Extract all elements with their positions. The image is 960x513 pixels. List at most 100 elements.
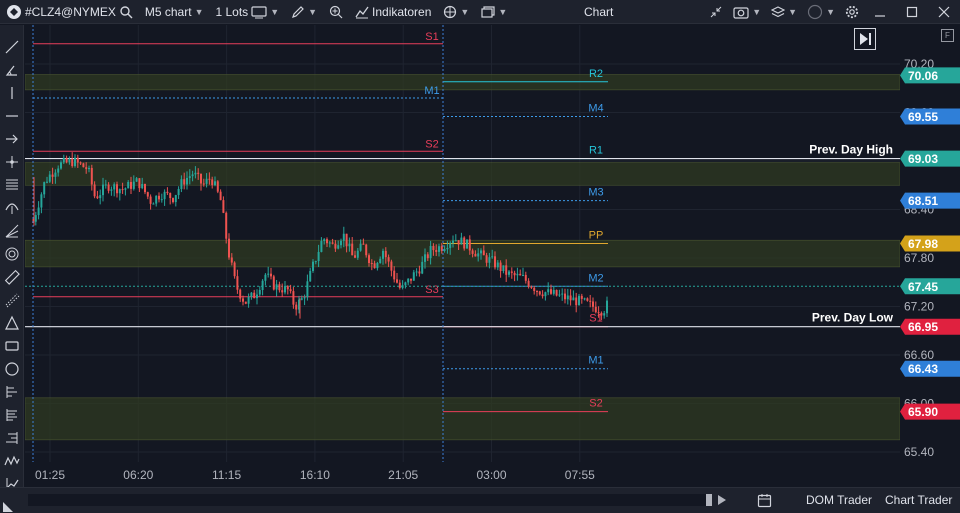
triangle-icon[interactable]: [4, 315, 20, 331]
chart-plot: S1M1S2S3R2M4R1M3PPM2S1M1S2Prev. Day High…: [24, 25, 901, 462]
candle-body: [547, 289, 550, 293]
candle-body: [71, 158, 74, 166]
candle-body: [516, 273, 519, 276]
scroll-left-icon[interactable]: [3, 502, 13, 512]
candle-body: [172, 198, 174, 203]
candle-body: [460, 237, 463, 245]
candle-body: [354, 255, 356, 258]
candle-body: [183, 179, 186, 185]
color-button[interactable]: ▼: [802, 0, 840, 24]
candle-body: [597, 312, 600, 314]
candle-body: [272, 276, 275, 290]
candle-body: [102, 184, 104, 196]
candle-body: [163, 191, 166, 200]
candle-body: [43, 182, 46, 195]
candle-body: [300, 298, 303, 300]
wave-icon[interactable]: [4, 453, 20, 469]
horizontal-scrollbar[interactable]: [28, 494, 708, 506]
indicators-button[interactable]: Indikatoren: [349, 0, 437, 24]
candle-body: [286, 286, 289, 290]
price-tick-label: 67.80: [904, 251, 934, 265]
crosshair-button[interactable]: ▼: [437, 0, 475, 24]
trendline-icon[interactable]: [4, 39, 20, 55]
rectangle-icon[interactable]: [4, 338, 20, 354]
arrow-to-end-icon: [860, 33, 871, 45]
fib-extension-icon[interactable]: [4, 430, 20, 446]
candle-body: [253, 292, 256, 299]
scroll-right-icon[interactable]: [718, 495, 726, 505]
collapse-panel-button[interactable]: [854, 28, 876, 50]
angle-icon[interactable]: [4, 62, 20, 78]
time-tick-label: 01:25: [35, 468, 65, 482]
pivot-level-label: R1: [589, 145, 603, 157]
chevron-down-icon: ▼: [460, 6, 470, 17]
target-icon[interactable]: [4, 246, 20, 262]
candle-body: [141, 183, 144, 189]
candle-body: [191, 174, 194, 177]
settings-button[interactable]: [840, 0, 864, 24]
zoom-button[interactable]: [323, 0, 349, 24]
pivot-level-label: M3: [588, 187, 603, 199]
candle-body: [211, 179, 214, 186]
symbol-label: #CLZ4@NYMEX: [25, 4, 116, 19]
candle-body: [494, 256, 496, 268]
collapse-button[interactable]: [704, 0, 728, 24]
candle-body: [104, 184, 107, 186]
candle-body: [110, 189, 113, 191]
timeframe-selector[interactable]: M5 chart ▼: [139, 0, 210, 24]
chevron-down-icon: ▼: [826, 7, 835, 17]
symbol-selector[interactable]: #CLZ4@NYMEX: [0, 0, 139, 24]
hatch-icon[interactable]: [4, 292, 20, 308]
close-button[interactable]: [928, 0, 960, 24]
ruler-icon[interactable]: [4, 269, 20, 285]
drawing-pen-button[interactable]: ▼: [285, 0, 323, 24]
window-layout-button[interactable]: ▼: [475, 0, 513, 24]
price-scale-mode-button[interactable]: F: [941, 29, 954, 42]
bottom-bar: DOM Trader Chart Trader: [0, 487, 960, 513]
candle-body: [68, 158, 71, 163]
time-scale[interactable]: 01:25 06:20 11:15 16:10 21:05 03:00 07:55: [25, 462, 900, 487]
scrollbar-thumb[interactable]: [706, 494, 712, 506]
candle-body: [295, 304, 298, 310]
layers-button[interactable]: ▼: [766, 0, 802, 24]
pivot-level-label: S2: [589, 398, 602, 410]
candle-body: [443, 249, 446, 251]
chart-trader-button[interactable]: Chart Trader: [885, 493, 952, 507]
candle-body: [398, 282, 401, 288]
fan-icon[interactable]: [4, 223, 20, 239]
candle-body: [146, 192, 149, 197]
horizontal-line-icon[interactable]: [4, 108, 20, 124]
candle-body: [527, 280, 530, 287]
search-icon[interactable]: [119, 5, 133, 19]
calendar-icon[interactable]: [757, 493, 772, 508]
candle-body: [200, 173, 202, 184]
minimize-button[interactable]: [864, 0, 896, 24]
candle-body: [219, 191, 222, 201]
candle-body: [320, 241, 323, 252]
candle-body: [362, 243, 365, 245]
candle-body: [284, 286, 286, 293]
price-scale[interactable]: 70.2069.6069.0068.4067.8067.2066.6066.00…: [900, 25, 960, 462]
pitchfork-icon[interactable]: [4, 200, 20, 216]
fibonacci-icon[interactable]: [4, 384, 20, 400]
collapse-arrows-icon: [710, 6, 722, 18]
lots-selector[interactable]: 1 Lots ▼: [209, 0, 285, 24]
arrow-icon[interactable]: [4, 131, 20, 147]
screenshot-button[interactable]: ▼: [728, 0, 766, 24]
candle-body: [454, 240, 457, 242]
fib-retracement-icon[interactable]: [4, 407, 20, 423]
maximize-button[interactable]: [896, 0, 928, 24]
candle-body: [90, 167, 93, 185]
parallel-lines-icon[interactable]: [4, 177, 20, 193]
candle-body: [107, 184, 110, 191]
candle-body: [144, 183, 146, 193]
candle-body: [188, 176, 191, 178]
chart-area[interactable]: S1 M1 S2 S3 R2 M4 R1 M3 PP M2 S1 M1 S2 Prev. Day High…: [24, 25, 901, 462]
dom-trader-button[interactable]: DOM Trader: [806, 493, 872, 507]
vertical-line-icon[interactable]: [4, 85, 20, 101]
ellipse-icon[interactable]: [4, 361, 20, 377]
candle-body: [149, 196, 152, 204]
time-tick-label: 03:00: [476, 468, 506, 482]
cross-line-icon[interactable]: [4, 154, 20, 170]
candle-body: [530, 286, 533, 288]
